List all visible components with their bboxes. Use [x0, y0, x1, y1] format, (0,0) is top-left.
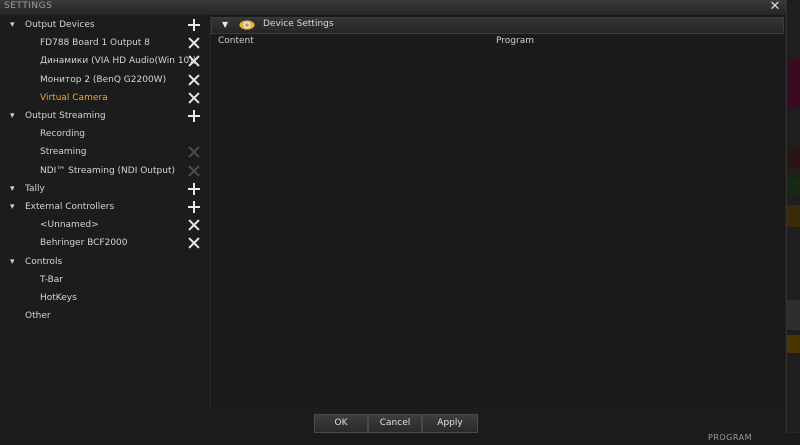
- tree-item-streaming[interactable]: Streaming: [0, 143, 208, 161]
- settings-window: SETTINGS ✕ ▾ Output Devices FD788 Board 1 …: [0, 0, 787, 434]
- tree-item-label: HotKeys: [40, 293, 77, 303]
- tree-item-label: Монитор 2 (BenQ G2200W): [40, 74, 167, 85]
- close-icon[interactable]: [187, 91, 201, 105]
- dialog-footer: OK Cancel Apply: [0, 410, 786, 434]
- column-program-label: Program: [496, 36, 534, 46]
- plus-icon[interactable]: [187, 109, 201, 123]
- background-app-edge: [786, 0, 800, 444]
- plus-icon[interactable]: [187, 200, 201, 214]
- tree-item-recording[interactable]: Recording: [0, 125, 208, 143]
- tree-item-label: Streaming: [40, 147, 87, 158]
- tree-item-label: Recording: [40, 129, 86, 140]
- caret-down-icon[interactable]: ▾: [10, 253, 15, 271]
- bg-app-status-text: PROGRAM: [708, 433, 752, 442]
- window-title: SETTINGS: [4, 1, 53, 11]
- tree-item-behringer-bcf2000[interactable]: Behringer BCF2000: [0, 234, 208, 252]
- tree-section-tally[interactable]: ▾ Tally: [0, 180, 208, 198]
- tree-item-монитор-2-benq-g2200w[interactable]: Монитор 2 (BenQ G2200W): [0, 71, 208, 89]
- close-icon[interactable]: [187, 236, 201, 250]
- tree-item-label: Динамики (VIA HD Audio(Win 10)): [40, 56, 197, 67]
- tree-item-label: FD788 Board 1 Output 8: [40, 38, 150, 49]
- close-icon[interactable]: [187, 36, 201, 50]
- tree-section-other[interactable]: Other: [0, 307, 208, 325]
- tree-item-label: <Unnamed>: [40, 220, 99, 231]
- device-settings-header[interactable]: ▼ Device Settings: [211, 17, 784, 34]
- bg-app-thumbnail: [786, 60, 800, 108]
- bg-app-slider: [786, 300, 800, 330]
- tree-item-динамики-via-hd-audio-win-10[interactable]: Динамики (VIA HD Audio(Win 10)): [0, 52, 208, 70]
- apply-button[interactable]: Apply: [422, 414, 478, 433]
- bg-app-pvw-button: [786, 150, 800, 168]
- tree-section-controls[interactable]: ▾ Controls: [0, 253, 208, 271]
- plus-icon[interactable]: [187, 182, 201, 196]
- camera-icon: [239, 20, 255, 30]
- tree-item-label: Behringer BCF2000: [40, 238, 128, 249]
- ok-button[interactable]: OK: [314, 414, 368, 433]
- tree-item-hotkeys[interactable]: HotKeys: [0, 289, 208, 307]
- tree-item-ndi-streaming-ndi-output[interactable]: NDI™ Streaming (NDI Output): [0, 162, 208, 180]
- column-content-label: Content: [218, 36, 254, 46]
- close-icon[interactable]: [187, 218, 201, 232]
- caret-down-icon[interactable]: ▾: [10, 107, 15, 125]
- tree-item-label: NDI™ Streaming (NDI Output): [40, 165, 175, 176]
- bg-app-fader: [786, 205, 800, 227]
- cancel-button[interactable]: Cancel: [368, 414, 422, 433]
- plus-icon[interactable]: [187, 18, 201, 32]
- tree-item-label: Output Streaming: [25, 111, 106, 121]
- caret-down-icon[interactable]: ▾: [10, 180, 15, 198]
- title-bar: SETTINGS ✕: [0, 0, 786, 16]
- tree-item-unnamed[interactable]: <Unnamed>: [0, 216, 208, 234]
- tree-item-t-bar[interactable]: T-Bar: [0, 271, 208, 289]
- close-icon: [187, 145, 201, 159]
- bg-app-pgm-button: [786, 178, 800, 196]
- tree-item-label: T-Bar: [40, 274, 63, 285]
- device-settings-panel: ▼ Device Settings Content Program: [210, 15, 785, 410]
- close-icon[interactable]: [187, 54, 201, 68]
- tree-item-fd788-board-1-output-8[interactable]: FD788 Board 1 Output 8: [0, 34, 208, 52]
- close-icon[interactable]: [187, 73, 201, 87]
- close-window-button[interactable]: ✕: [768, 0, 782, 15]
- tree-item-label: Virtual Camera: [40, 92, 108, 103]
- tree-item-label: Controls: [25, 256, 63, 267]
- tree-item-virtual-camera[interactable]: Virtual Camera: [0, 89, 208, 107]
- bg-app-control: [786, 335, 800, 353]
- caret-down-icon[interactable]: ▾: [10, 16, 15, 34]
- tree-item-label: Output Devices: [25, 20, 95, 30]
- tree-item-label: Other: [25, 311, 51, 322]
- tree-section-external-controllers[interactable]: ▾ External Controllers: [0, 198, 208, 216]
- collapse-caret-icon[interactable]: ▼: [222, 20, 228, 29]
- tree-item-label: Tally: [25, 183, 45, 194]
- panel-title: Device Settings: [263, 19, 334, 29]
- tree-item-label: External Controllers: [25, 202, 115, 212]
- caret-down-icon[interactable]: ▾: [10, 198, 15, 216]
- tree-section-output-streaming[interactable]: ▾ Output Streaming: [0, 107, 208, 125]
- close-icon: [187, 164, 201, 178]
- settings-tree: ▾ Output Devices FD788 Board 1 Output 8 Дин…: [0, 15, 208, 410]
- tree-section-output-devices[interactable]: ▾ Output Devices: [0, 16, 208, 34]
